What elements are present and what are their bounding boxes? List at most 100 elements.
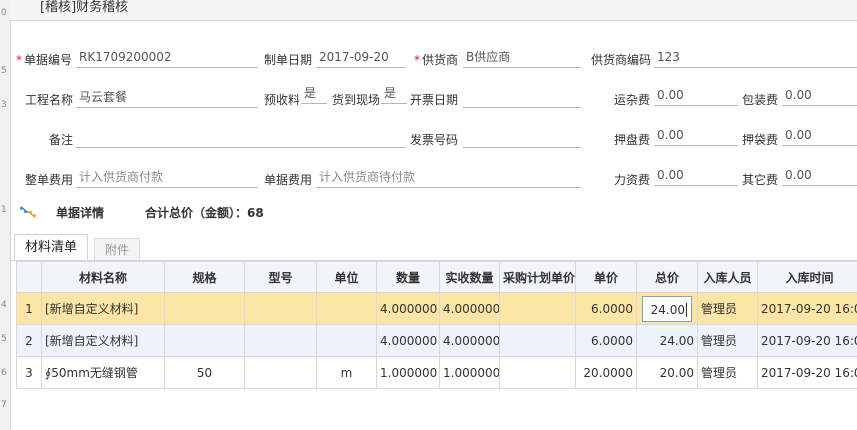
cell-price[interactable]: 6.0000 [575, 324, 637, 357]
cell-model[interactable] [244, 356, 317, 389]
misc-fee-label: 运杂费 [614, 93, 651, 107]
cell-plan-price[interactable] [499, 324, 576, 357]
supplier-field[interactable]: B供应商 [463, 48, 581, 68]
tab-strip: 材料清单 附件 [10, 232, 857, 261]
tab-material-list[interactable]: 材料清单 [14, 234, 89, 260]
col-header-plan-price[interactable]: 采购计划单价 [499, 261, 576, 293]
onsite-label: 货到现场 [332, 93, 381, 107]
remark-field[interactable] [76, 128, 406, 148]
col-header-operator[interactable]: 入库人员 [697, 261, 758, 293]
cell-plan-price[interactable] [499, 356, 576, 389]
doc-no-label: * 单据编号 [16, 53, 73, 67]
cell-spec[interactable]: 50 [164, 356, 245, 389]
onsite-field[interactable]: 是 [381, 84, 407, 104]
cell-unit[interactable] [316, 324, 377, 357]
col-header-model[interactable]: 型号 [244, 261, 317, 293]
text-caret [686, 303, 687, 317]
project-field[interactable]: 马云套餐 [76, 88, 258, 108]
detail-label: 单据详情 [56, 206, 105, 220]
col-header-unit[interactable]: 单位 [316, 261, 377, 293]
cell-name[interactable]: [新增自定义材料] [41, 292, 165, 325]
doc-date-label: 制单日期 [264, 53, 313, 67]
pack-fee-field[interactable]: 0.00 [782, 86, 857, 106]
summary-bar: 单据详情 合计总价（金额）：68 [10, 200, 857, 224]
supplier-label: * 供货商 [414, 53, 459, 67]
cell-operator[interactable]: 管理员 [697, 324, 758, 357]
doc-fee-label: 单据费用 [264, 173, 313, 187]
labor-fee-label: 力资费 [614, 173, 651, 187]
total-edit-input[interactable]: 24.00 [642, 295, 692, 322]
strip-mark: 5 [1, 334, 7, 344]
cell-price[interactable]: 6.0000 [575, 292, 637, 325]
tray-deposit-field[interactable]: 0.00 [654, 126, 738, 146]
cell-price[interactable]: 20.0000 [575, 356, 637, 389]
supplier-code-label: 供货商编码 [591, 53, 652, 67]
tab-attachments[interactable]: 附件 [94, 238, 141, 260]
misc-fee-field[interactable]: 0.00 [654, 86, 738, 106]
cell-time[interactable]: 2017-09-20 16:02 [757, 292, 857, 325]
table-header-row: 材料名称 规格 型号 单位 数量 实收数量 采购计划单价 单价 总价 入库人员 … [16, 261, 857, 293]
col-header-name[interactable]: 材料名称 [41, 261, 165, 293]
project-label: 工程名称 [25, 93, 74, 107]
row-index: 2 [16, 324, 42, 357]
whole-fee-label: 整单费用 [25, 173, 74, 187]
prepay-field[interactable]: 是 [301, 84, 327, 104]
whole-fee-field[interactable]: 计入供货商付款 [76, 168, 258, 188]
col-header-received[interactable]: 实收数量 [439, 261, 500, 293]
invoice-date-field[interactable] [463, 88, 581, 108]
cell-plan-price[interactable] [499, 292, 576, 325]
cell-received[interactable]: 4.000000 [439, 324, 500, 357]
cell-spec[interactable] [164, 292, 245, 325]
window-titlebar: [稽核]财务稽核 [10, 0, 857, 21]
cell-model[interactable] [244, 324, 317, 357]
strip-mark: 3 [1, 100, 7, 110]
bag-deposit-field[interactable]: 0.00 [782, 126, 857, 146]
col-header-price[interactable]: 单价 [575, 261, 637, 293]
supplier-code-field[interactable]: 123 [654, 48, 857, 68]
table-row[interactable]: 2 [新增自定义材料] 4.000000 4.000000 6.0000 24.… [16, 324, 857, 357]
table-row[interactable]: 3 ∮50mm无缝钢管 50 m 1.000000 1.000000 20.00… [16, 356, 857, 389]
table-row[interactable]: 1 [新增自定义材料] 4.000000 4.000000 6.0000 24.… [16, 292, 857, 325]
material-table: 材料名称 规格 型号 单位 数量 实收数量 采购计划单价 单价 总价 入库人员 … [16, 261, 857, 389]
row-index: 1 [16, 292, 42, 325]
doc-no-field[interactable]: RK1709200002 [76, 48, 258, 68]
window-title: [稽核]财务稽核 [40, 0, 129, 15]
invoice-no-label: 发票号码 [410, 133, 459, 147]
strip-mark: 1 [1, 205, 7, 215]
col-header-qty[interactable]: 数量 [376, 261, 440, 293]
cell-operator[interactable]: 管理员 [697, 356, 758, 389]
cell-qty[interactable]: 4.000000 [376, 292, 440, 325]
cell-qty[interactable]: 4.000000 [376, 324, 440, 357]
cell-unit[interactable]: m [316, 356, 377, 389]
cell-total[interactable]: 20.00 [636, 356, 698, 389]
cell-time[interactable]: 2017-09-20 16:02 [757, 356, 857, 389]
cell-name[interactable]: [新增自定义材料] [41, 324, 165, 357]
strip-mark: 0 [1, 8, 7, 18]
expand-arrows-icon[interactable] [20, 206, 36, 218]
cell-qty[interactable]: 1.000000 [376, 356, 440, 389]
doc-date-field[interactable]: 2017-09-20 [316, 48, 406, 68]
col-header-time[interactable]: 入库时间 [757, 261, 857, 293]
cell-total[interactable]: 24.00 [636, 324, 698, 357]
strip-mark: 5 [1, 66, 7, 76]
doc-fee-field[interactable]: 计入供货商待付款 [316, 168, 581, 188]
cell-time[interactable]: 2017-09-20 16:02 [757, 324, 857, 357]
strip-mark: 7 [1, 400, 7, 410]
labor-fee-field[interactable]: 0.00 [654, 166, 738, 186]
remark-label: 备注 [49, 133, 74, 147]
cell-name[interactable]: ∮50mm无缝钢管 [41, 356, 165, 389]
cell-received[interactable]: 1.000000 [439, 356, 500, 389]
col-header-total[interactable]: 总价 [636, 261, 698, 293]
col-header-spec[interactable]: 规格 [164, 261, 245, 293]
cell-model[interactable] [244, 292, 317, 325]
total-edit-value: 24.00 [650, 302, 685, 317]
other-fee-label: 其它费 [742, 173, 779, 187]
other-fee-field[interactable]: 0.00 [782, 166, 857, 186]
cell-total-editing[interactable]: 24.00 [636, 292, 698, 325]
invoice-no-field[interactable] [463, 128, 581, 148]
cell-unit[interactable] [316, 292, 377, 325]
cell-operator[interactable]: 管理员 [697, 292, 758, 325]
cell-spec[interactable] [164, 324, 245, 357]
cell-received[interactable]: 4.000000 [439, 292, 500, 325]
pack-fee-label: 包装费 [742, 93, 779, 107]
